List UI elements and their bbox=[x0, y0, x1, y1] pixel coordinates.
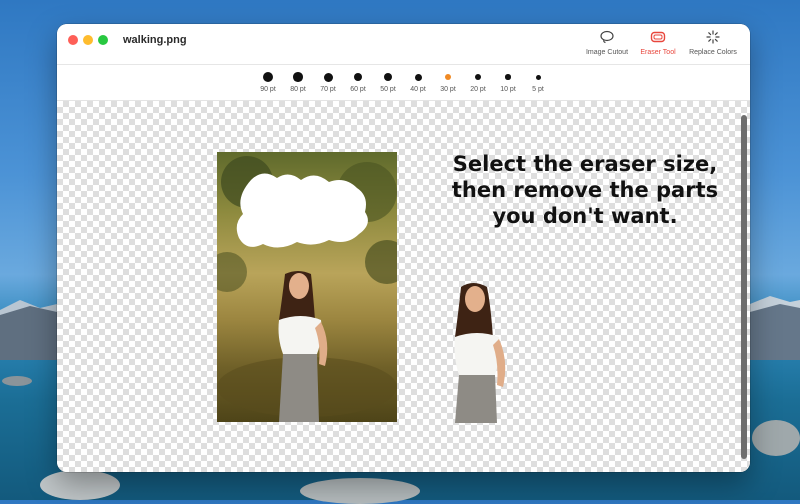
tool-label: Image Cutout bbox=[585, 49, 629, 56]
size-dot bbox=[384, 73, 392, 81]
size-label: 50 pt bbox=[380, 86, 396, 93]
size-label: 5 pt bbox=[532, 86, 544, 93]
size-dot-selected bbox=[444, 73, 452, 81]
eraser-size-5pt[interactable]: 5 pt bbox=[523, 70, 553, 93]
tool-label: Eraser Tool bbox=[640, 49, 676, 56]
minimize-window-button[interactable] bbox=[83, 35, 93, 45]
eraser-size-60pt[interactable]: 60 pt bbox=[343, 70, 373, 93]
lasso-icon bbox=[600, 30, 614, 44]
eraser-size-10pt[interactable]: 10 pt bbox=[493, 70, 523, 93]
desktop-rock bbox=[300, 478, 420, 504]
headline-line: then remove the parts bbox=[451, 178, 719, 202]
headline-line: you don't want. bbox=[492, 204, 678, 228]
desktop-rock bbox=[752, 420, 800, 456]
size-label: 30 pt bbox=[440, 86, 456, 93]
zoom-window-button[interactable] bbox=[98, 35, 108, 45]
size-label: 40 pt bbox=[410, 86, 426, 93]
eraser-size-80pt[interactable]: 80 pt bbox=[283, 70, 313, 93]
cutout-figure bbox=[454, 283, 506, 423]
desktop-rock bbox=[2, 376, 32, 386]
title-bar: walking.png Image Cutout Eraser Tool Rep… bbox=[57, 24, 750, 65]
eraser-size-40pt[interactable]: 40 pt bbox=[403, 70, 433, 93]
replace-colors-tool[interactable]: Replace Colors bbox=[681, 30, 745, 56]
size-label: 60 pt bbox=[350, 86, 366, 93]
eraser-size-70pt[interactable]: 70 pt bbox=[313, 70, 343, 93]
photo-scene bbox=[217, 156, 397, 422]
size-label: 90 pt bbox=[260, 86, 276, 93]
eraser-size-20pt[interactable]: 20 pt bbox=[463, 70, 493, 93]
headline-line: Select the eraser size, bbox=[452, 152, 718, 176]
size-dot bbox=[263, 72, 273, 82]
sparkle-icon bbox=[706, 30, 720, 44]
size-label: 20 pt bbox=[470, 86, 486, 93]
size-dot bbox=[414, 73, 422, 81]
tool-label: Replace Colors bbox=[689, 49, 737, 56]
window-title: walking.png bbox=[123, 34, 187, 46]
eraser-size-bar: 90 pt 80 pt 70 pt 60 pt 50 pt 40 pt 30 p… bbox=[57, 65, 750, 101]
eraser-size-90pt[interactable]: 90 pt bbox=[253, 70, 283, 93]
size-dot bbox=[323, 72, 333, 82]
source-photo bbox=[217, 152, 397, 422]
instruction-headline: Select the eraser size, then remove the … bbox=[435, 151, 735, 229]
size-dot bbox=[293, 72, 303, 82]
app-window: walking.png Image Cutout Eraser Tool Rep… bbox=[57, 24, 750, 472]
size-label: 80 pt bbox=[290, 86, 306, 93]
editing-canvas[interactable]: Select the eraser size, then remove the … bbox=[57, 101, 750, 472]
eraser-icon bbox=[650, 31, 666, 43]
desktop-rock bbox=[40, 470, 120, 500]
size-dot bbox=[475, 74, 481, 80]
size-label: 70 pt bbox=[320, 86, 336, 93]
size-dot bbox=[353, 72, 363, 82]
size-dot bbox=[535, 74, 541, 80]
size-label: 10 pt bbox=[500, 86, 516, 93]
size-dot bbox=[505, 74, 511, 80]
eraser-size-50pt[interactable]: 50 pt bbox=[373, 70, 403, 93]
vertical-scrollbar[interactable] bbox=[741, 115, 747, 459]
eraser-size-30pt[interactable]: 30 pt bbox=[433, 70, 463, 93]
close-window-button[interactable] bbox=[68, 35, 78, 45]
